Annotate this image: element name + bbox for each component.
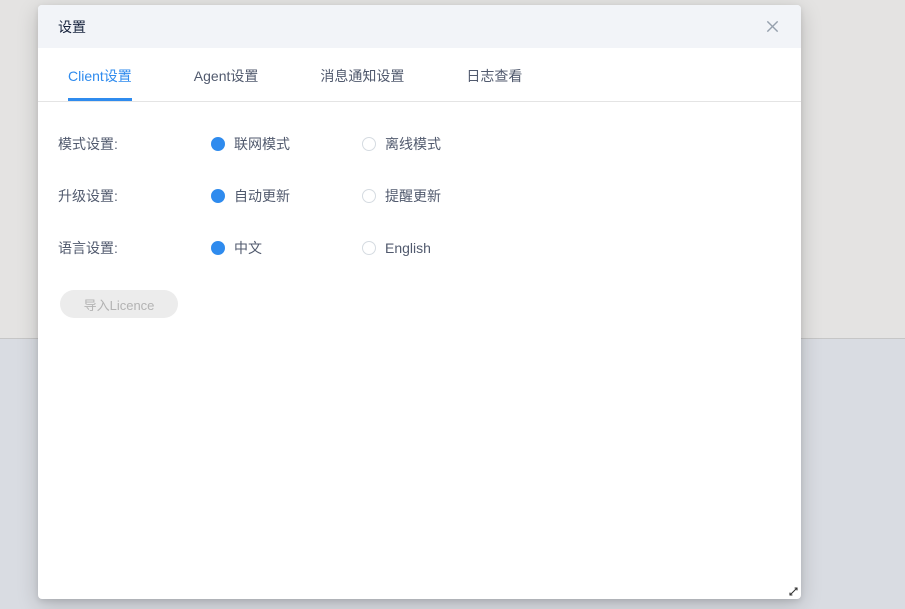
tab-client-settings[interactable]: Client设置 — [68, 66, 132, 101]
import-licence-button[interactable]: 导入Licence — [60, 290, 178, 318]
radio-option-label: 离线模式 — [385, 134, 441, 154]
radio-selected-icon — [211, 189, 225, 203]
radio-option-remind-update[interactable]: 提醒更新 — [362, 186, 441, 206]
close-button[interactable] — [761, 16, 783, 38]
tab-log-view[interactable]: 日志查看 — [466, 66, 522, 101]
page: { "dialog": { "title": "设置" }, "tabs": [… — [0, 0, 905, 609]
radio-option-auto-update[interactable]: 自动更新 — [211, 186, 362, 206]
setting-label: 语言设置: — [58, 238, 211, 258]
setting-row-language: 语言设置: 中文 English — [38, 222, 801, 274]
radio-option-english[interactable]: English — [362, 240, 431, 256]
radio-unselected-icon — [362, 189, 376, 203]
setting-label: 升级设置: — [58, 186, 211, 206]
radio-option-offline-mode[interactable]: 离线模式 — [362, 134, 441, 154]
radio-selected-icon — [211, 137, 225, 151]
tab-agent-settings[interactable]: Agent设置 — [194, 66, 259, 101]
setting-label: 模式设置: — [58, 134, 211, 154]
radio-option-chinese[interactable]: 中文 — [211, 238, 362, 258]
radio-option-label: 提醒更新 — [385, 186, 441, 206]
settings-dialog: 设置 Client设置 Agent设置 消息通知设置 日志查看 模式设置: 联网… — [38, 5, 801, 599]
tab-bar: Client设置 Agent设置 消息通知设置 日志查看 — [38, 48, 801, 102]
radio-option-label: 联网模式 — [234, 134, 290, 154]
setting-row-upgrade: 升级设置: 自动更新 提醒更新 — [38, 170, 801, 222]
radio-unselected-icon — [362, 241, 376, 255]
dialog-header: 设置 — [38, 5, 801, 48]
settings-panel: 模式设置: 联网模式 离线模式 升级设置: 自动更新 提醒更新 语言设置: — [38, 102, 801, 318]
close-icon — [765, 19, 780, 34]
radio-option-label: English — [385, 240, 431, 256]
radio-option-label: 自动更新 — [234, 186, 290, 206]
tab-notification-settings[interactable]: 消息通知设置 — [320, 66, 404, 101]
setting-row-mode: 模式设置: 联网模式 离线模式 — [38, 118, 801, 170]
radio-option-label: 中文 — [234, 238, 262, 258]
radio-unselected-icon — [362, 137, 376, 151]
dialog-title: 设置 — [58, 17, 86, 37]
radio-option-online-mode[interactable]: 联网模式 — [211, 134, 362, 154]
radio-selected-icon — [211, 241, 225, 255]
resize-cursor-icon — [788, 586, 799, 597]
